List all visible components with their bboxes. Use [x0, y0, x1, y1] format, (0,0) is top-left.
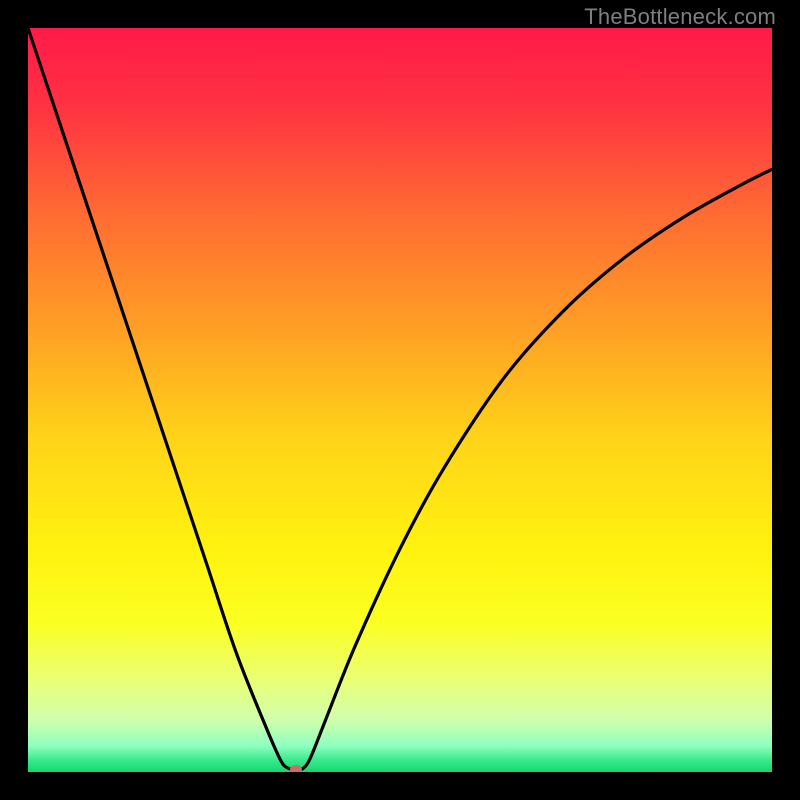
outer-frame: TheBottleneck.com — [0, 0, 800, 800]
watermark-label: TheBottleneck.com — [584, 4, 776, 30]
curve-svg — [28, 28, 772, 772]
min-marker — [290, 765, 302, 772]
plot-area — [28, 28, 772, 772]
bottleneck-curve — [28, 28, 772, 770]
